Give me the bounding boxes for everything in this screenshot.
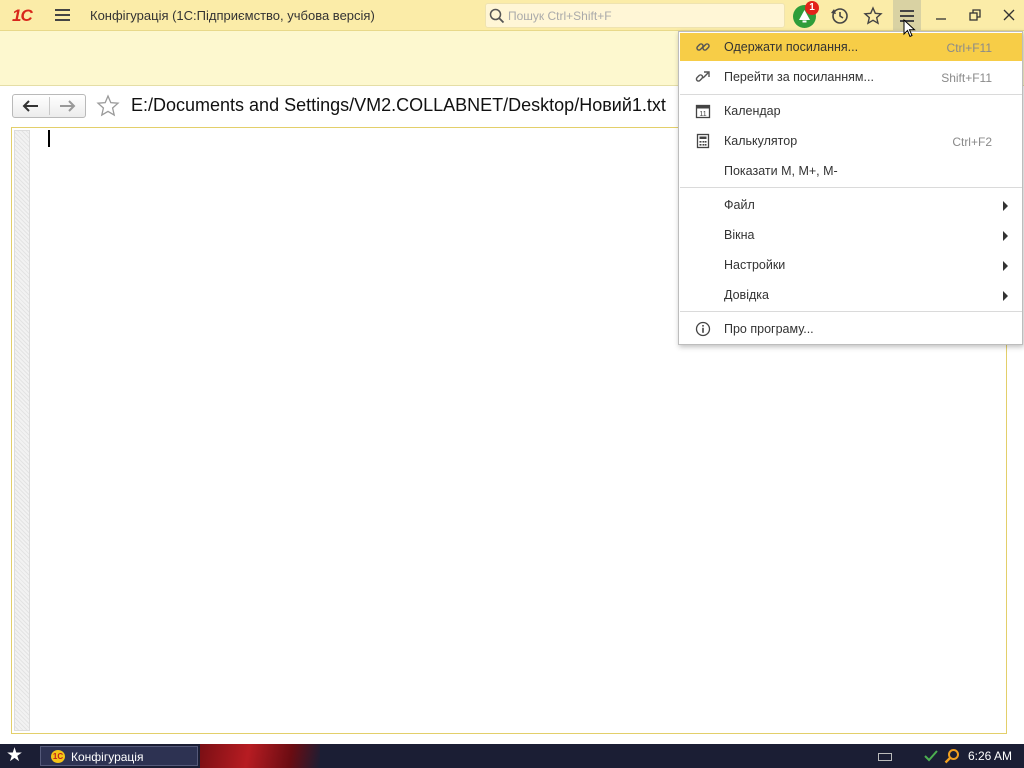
restore-button[interactable] (965, 5, 985, 25)
menu-item-label: Перейти за посиланням... (724, 70, 874, 84)
app-title: Конфігурація (1С:Підприємство, учбова ве… (90, 8, 375, 23)
start-star-icon[interactable]: ★ (6, 746, 28, 766)
taskbar-item-configuration[interactable]: 1С Конфігурація (40, 746, 198, 766)
menu-item-label: Файл (724, 198, 755, 212)
menu-item-label: Про програму... (724, 322, 814, 336)
submenu-arrow-icon (1003, 201, 1008, 211)
favorites-button[interactable] (861, 4, 885, 28)
menu-item-calculator[interactable]: Калькулятор Ctrl+F2 (680, 127, 1022, 155)
restore-icon (969, 9, 981, 21)
app-window: 1С Конфігурація (1С:Підприємство, учбова… (0, 0, 1024, 744)
app-logo: 1С (12, 6, 33, 25)
star-icon (863, 6, 883, 25)
close-icon (1003, 9, 1015, 21)
keyboard-icon[interactable] (878, 753, 892, 761)
menu-item-label: Настройки (724, 258, 786, 272)
history-button[interactable] (828, 4, 852, 28)
history-icon (831, 8, 848, 24)
goto-link-icon (695, 71, 710, 82)
submenu-arrow-icon (1003, 231, 1008, 241)
minimize-icon (936, 18, 946, 20)
menu-item-goto-link[interactable]: Перейти за посиланням... Shift+F11 (680, 63, 1022, 91)
menu-item-settings[interactable]: Настройки (680, 251, 1022, 279)
menu-item-file[interactable]: Файл (680, 191, 1022, 219)
text-caret (48, 130, 50, 147)
menu-item-label: Калькулятор (724, 134, 798, 148)
search-input[interactable] (508, 7, 778, 25)
submenu-arrow-icon (1003, 291, 1008, 301)
nav-buttons (12, 94, 86, 118)
calendar-icon: 11 (695, 104, 711, 119)
menu-item-label: Календар (724, 104, 781, 118)
mouse-cursor-icon (903, 19, 916, 38)
menu-item-get-link[interactable]: Одержати посилання... Ctrl+F11 (680, 33, 1022, 61)
editor-gutter (14, 130, 30, 731)
menu-item-label: Одержати посилання... (724, 40, 859, 54)
document-path: E:/Documents and Settings/VM2.COLLABNET/… (131, 95, 666, 115)
calculator-icon (696, 133, 710, 149)
network-tray-icon[interactable] (924, 749, 938, 763)
menu-item-calendar[interactable]: 11 Календар (680, 97, 1022, 125)
menu-item-windows[interactable]: Вікна (680, 221, 1022, 249)
sections-menu-icon[interactable] (55, 9, 70, 22)
menu-item-about[interactable]: Про програму... (680, 315, 1022, 343)
taskbar: ★ 1С Конфігурація 6:26 AM (0, 744, 1024, 768)
arrow-right-icon (60, 100, 76, 112)
favorite-star-icon[interactable] (96, 94, 120, 118)
menu-separator (680, 187, 1022, 188)
search-icon (489, 8, 505, 24)
arrow-left-icon (22, 100, 38, 112)
taskbar-clock: 6:26 AM (968, 749, 1013, 763)
menu-item-shortcut: Shift+F11 (941, 71, 992, 85)
menu-item-label: Вікна (724, 228, 755, 242)
menu-item-shortcut: Ctrl+F11 (946, 41, 992, 55)
search-box[interactable] (485, 3, 785, 28)
info-icon (695, 321, 711, 337)
link-icon (696, 43, 710, 51)
main-menu-dropdown: Одержати посилання... Ctrl+F11 Перейти з… (678, 31, 1023, 345)
back-button[interactable] (13, 95, 49, 117)
search-tray-icon[interactable] (944, 748, 960, 764)
close-button[interactable] (999, 5, 1019, 25)
forward-button[interactable] (50, 95, 86, 117)
submenu-arrow-icon (1003, 261, 1008, 271)
app-small-logo-icon: 1С (51, 750, 65, 763)
minimize-button[interactable] (931, 5, 951, 25)
menu-separator (680, 311, 1022, 312)
notification-badge: 1 (805, 1, 819, 15)
title-bar: 1С Конфігурація (1С:Підприємство, учбова… (0, 0, 1024, 31)
menu-item-help[interactable]: Довідка (680, 281, 1022, 309)
menu-item-label: Довідка (724, 288, 769, 302)
svg-text:11: 11 (699, 111, 706, 118)
menu-item-shortcut: Ctrl+F2 (952, 135, 992, 149)
taskbar-item-label: Конфігурація (71, 750, 144, 764)
menu-item-label: Показати M, M+, M- (724, 164, 838, 178)
notifications-button[interactable]: 1 (793, 1, 819, 28)
menu-item-show-memory[interactable]: Показати M, M+, M- (680, 157, 1022, 185)
taskbar-decoration (200, 744, 320, 768)
menu-separator (680, 94, 1022, 95)
